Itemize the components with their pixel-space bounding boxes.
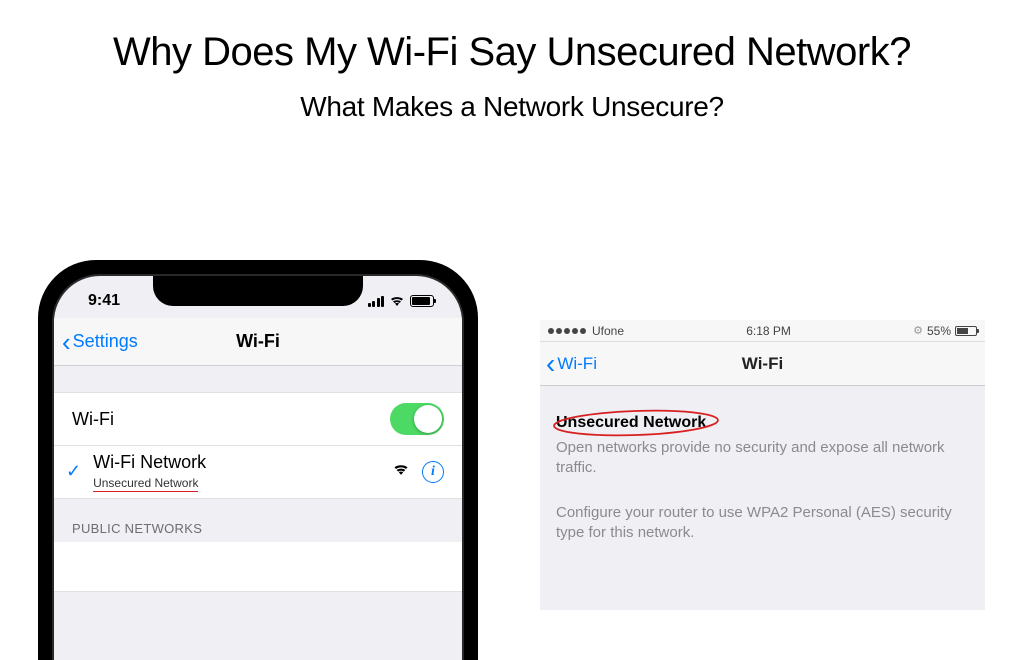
- wifi-toggle-switch[interactable]: [390, 403, 444, 435]
- info-icon[interactable]: i: [422, 461, 444, 483]
- navigation-bar: ‹ Settings Wi-Fi: [54, 318, 462, 366]
- network-subtitle: Unsecured Network: [93, 476, 198, 492]
- carrier-label: Ufone: [592, 324, 624, 338]
- warning-body-1: Open networks provide no security and ex…: [540, 432, 985, 479]
- warning-body-2: Configure your router to use WPA2 Person…: [540, 497, 985, 544]
- cellular-signal-icon: [548, 328, 586, 334]
- wifi-toggle-row[interactable]: Wi-Fi: [54, 392, 462, 446]
- sub-title: What Makes a Network Unsecure?: [0, 91, 1024, 123]
- list-item[interactable]: [54, 542, 462, 592]
- wifi-toggle-label: Wi-Fi: [72, 409, 390, 430]
- statusbar-time: 6:18 PM: [624, 324, 913, 338]
- battery-icon: [410, 295, 434, 307]
- nav-title: Wi-Fi: [540, 354, 985, 374]
- section-header-public: PUBLIC NETWORKS: [54, 499, 462, 542]
- wifi-strength-icon: [392, 463, 410, 481]
- detail-content: Unsecured Network Open networks provide …: [540, 386, 985, 543]
- checkmark-icon: ✓: [66, 461, 81, 482]
- settings-content: Wi-Fi ✓ Wi-Fi Network Unsecured Network: [54, 366, 462, 660]
- phone-mockup-iphonex: 9:41 ‹ Settings Wi-Fi: [38, 260, 478, 660]
- annotation-circle: [546, 408, 726, 438]
- statusbar-time: 9:41: [78, 292, 120, 310]
- connected-network-row[interactable]: ✓ Wi-Fi Network Unsecured Network i: [54, 446, 462, 499]
- main-title: Why Does My Wi-Fi Say Unsecured Network?: [0, 30, 1024, 75]
- nav-title: Wi-Fi: [54, 331, 462, 352]
- notch: [153, 276, 363, 306]
- status-bar: Ufone 6:18 PM ⚙ 55%: [540, 320, 985, 342]
- battery-percent: 55%: [927, 324, 951, 338]
- phone-mockup-older: Ufone 6:18 PM ⚙ 55% ‹ Wi-Fi Wi-Fi Unsecu…: [540, 320, 985, 610]
- navigation-bar: ‹ Wi-Fi Wi-Fi: [540, 342, 985, 386]
- cellular-signal-icon: [368, 296, 385, 307]
- battery-icon: [955, 326, 977, 336]
- network-name: Wi-Fi Network: [93, 452, 206, 474]
- wifi-icon: [389, 295, 405, 307]
- bluetooth-icon: ⚙: [913, 324, 923, 337]
